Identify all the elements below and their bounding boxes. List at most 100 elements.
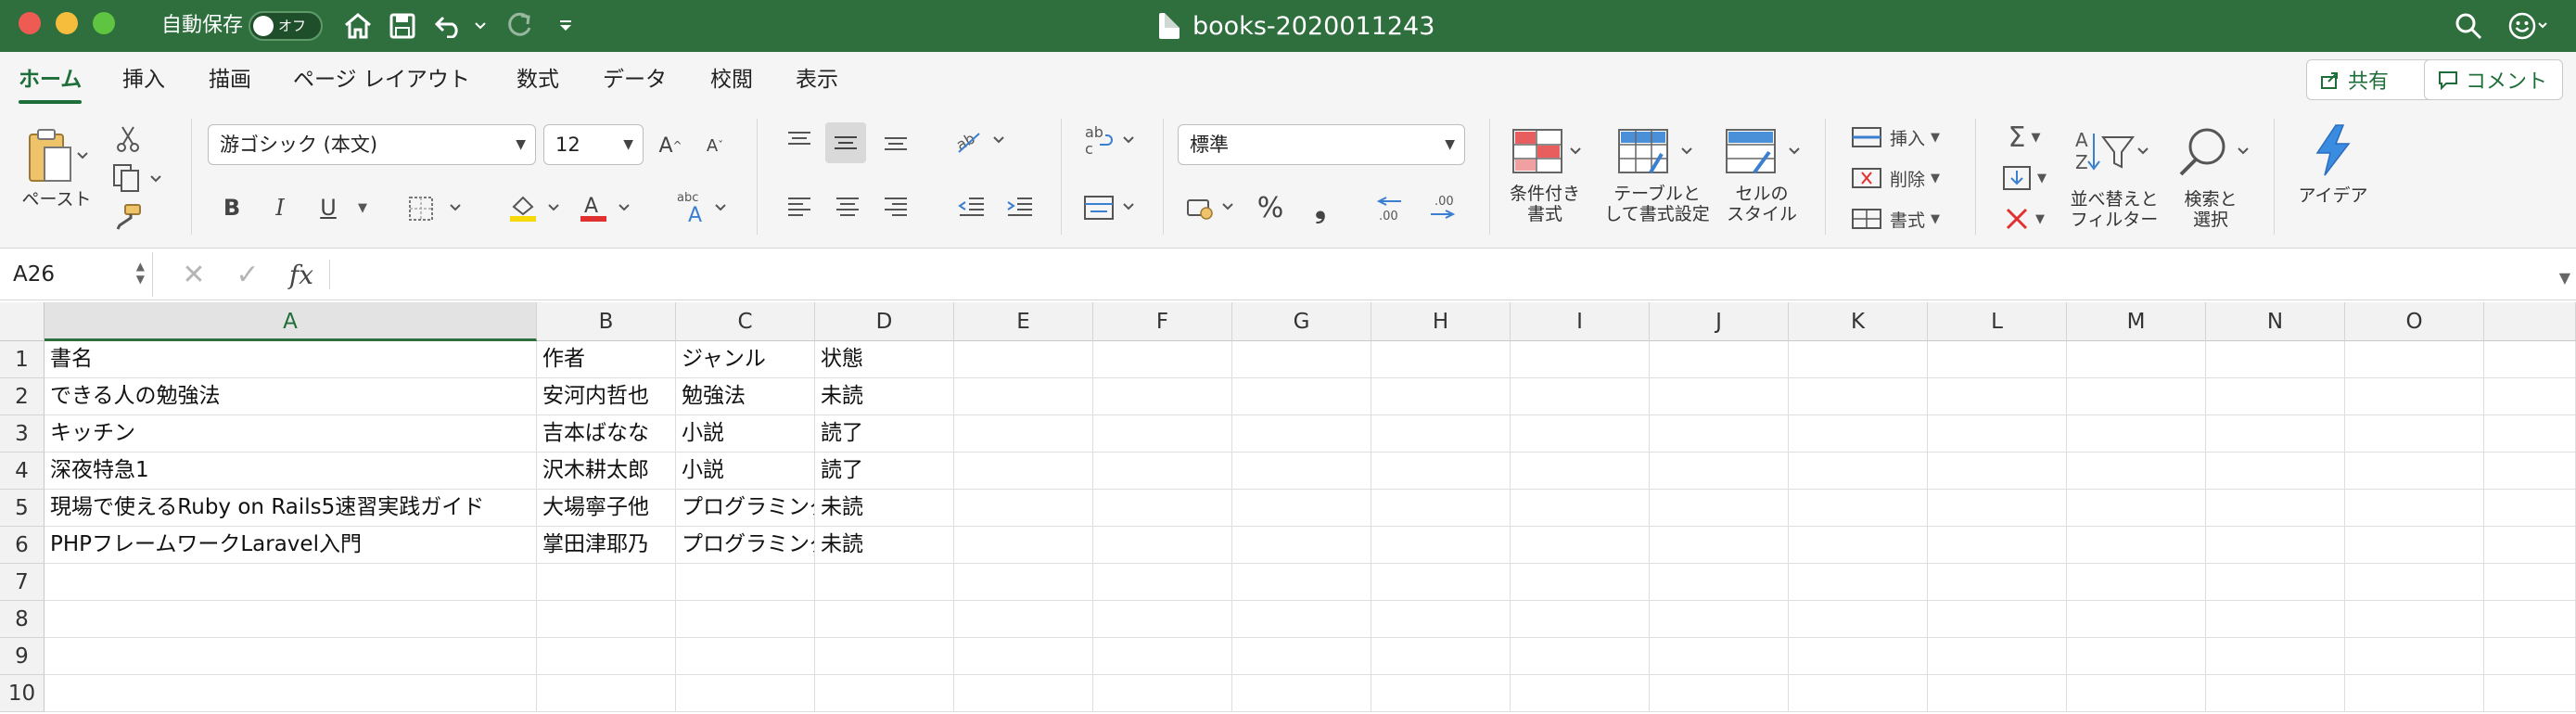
column-header-g[interactable]: G <box>1232 302 1371 341</box>
cell-k3[interactable] <box>1789 415 1928 453</box>
underline-dropdown-icon[interactable]: ▼ <box>347 189 373 226</box>
cell-d4[interactable]: 読了 <box>815 453 954 490</box>
cell-g1[interactable] <box>1232 341 1371 378</box>
cell-i9[interactable] <box>1511 638 1650 675</box>
tab-formulas[interactable]: 数式 <box>516 65 559 95</box>
decrease-indent-icon[interactable] <box>953 189 990 226</box>
cell-o3[interactable] <box>2345 415 2484 453</box>
find-select-icon[interactable] <box>2172 124 2255 180</box>
cell-a2[interactable]: できる人の勉強法 <box>45 378 537 415</box>
cell-o7[interactable] <box>2345 564 2484 601</box>
cell-e1[interactable] <box>954 341 1093 378</box>
cell-c8[interactable] <box>676 601 815 638</box>
cell-b6[interactable]: 掌田津耶乃 <box>537 527 676 564</box>
cell-c4[interactable]: 小説 <box>676 453 815 490</box>
italic-button[interactable]: I <box>261 189 299 226</box>
cell-h4[interactable] <box>1371 453 1511 490</box>
cell-j1[interactable] <box>1650 341 1789 378</box>
formula-input[interactable] <box>336 252 2543 297</box>
undo-icon[interactable] <box>430 7 467 45</box>
format-cells-button[interactable]: 書式 ▼ <box>1851 202 1953 236</box>
cell-d10[interactable] <box>815 675 954 712</box>
column-header-b[interactable]: B <box>537 302 676 341</box>
cell-e9[interactable] <box>954 638 1093 675</box>
cell-o5[interactable] <box>2345 490 2484 527</box>
cell-n3[interactable] <box>2206 415 2345 453</box>
column-header-j[interactable]: J <box>1650 302 1789 341</box>
cell-i4[interactable] <box>1511 453 1650 490</box>
font-size-dropdown[interactable]: 12 ▼ <box>543 124 644 165</box>
cell-b4[interactable]: 沢木耕太郎 <box>537 453 676 490</box>
cell-j5[interactable] <box>1650 490 1789 527</box>
row-header-2[interactable]: 2 <box>0 378 45 415</box>
insert-cells-button[interactable]: 挿入 ▼ <box>1851 121 1953 154</box>
underline-button[interactable]: U <box>310 189 347 226</box>
cell-m10[interactable] <box>2067 675 2206 712</box>
select-all-corner[interactable] <box>0 302 45 341</box>
cell-o6[interactable] <box>2345 527 2484 564</box>
cell-h7[interactable] <box>1371 564 1511 601</box>
row-header-6[interactable]: 6 <box>0 527 45 564</box>
cell-m6[interactable] <box>2067 527 2206 564</box>
column-header-i[interactable]: I <box>1511 302 1650 341</box>
cell-o2[interactable] <box>2345 378 2484 415</box>
cell-k5[interactable] <box>1789 490 1928 527</box>
number-format-dropdown[interactable]: 標準 ▼ <box>1178 124 1465 165</box>
column-header-d[interactable]: D <box>815 302 954 341</box>
cell-l2[interactable] <box>1928 378 2067 415</box>
clear-icon[interactable]: ▼ <box>1996 202 2053 236</box>
cut-icon[interactable] <box>111 122 145 156</box>
cell-c2[interactable]: 勉強法 <box>676 378 815 415</box>
row-header-3[interactable]: 3 <box>0 415 45 453</box>
cell-c6[interactable]: プログラミング <box>676 527 815 564</box>
cell-o1[interactable] <box>2345 341 2484 378</box>
accounting-format-icon[interactable] <box>1183 189 1243 226</box>
cell-h6[interactable] <box>1371 527 1511 564</box>
column-header-k[interactable]: K <box>1789 302 1928 341</box>
cell-a9[interactable] <box>45 638 537 675</box>
cell-a1[interactable]: 書名 <box>45 341 537 378</box>
cell-b3[interactable]: 吉本ばなな <box>537 415 676 453</box>
merge-center-icon[interactable] <box>1079 189 1144 226</box>
cell-g3[interactable] <box>1232 415 1371 453</box>
cell-i7[interactable] <box>1511 564 1650 601</box>
column-header-a[interactable]: A <box>45 302 537 341</box>
ideas-lightning-icon[interactable] <box>2303 122 2363 178</box>
column-header-n[interactable]: N <box>2206 302 2345 341</box>
sort-filter-icon[interactable]: AZ <box>2070 124 2153 180</box>
cell-i8[interactable] <box>1511 601 1650 638</box>
cell-j3[interactable] <box>1650 415 1789 453</box>
cell-i5[interactable] <box>1511 490 1650 527</box>
cell-g7[interactable] <box>1232 564 1371 601</box>
cell-n4[interactable] <box>2206 453 2345 490</box>
cell-m9[interactable] <box>2067 638 2206 675</box>
cell-d8[interactable] <box>815 601 954 638</box>
column-header-c[interactable]: C <box>676 302 815 341</box>
cell-o9[interactable] <box>2345 638 2484 675</box>
column-header-l[interactable]: L <box>1928 302 2067 341</box>
cell-d9[interactable] <box>815 638 954 675</box>
cell-f5[interactable] <box>1093 490 1232 527</box>
cell-l10[interactable] <box>1928 675 2067 712</box>
percent-style-button[interactable]: % <box>1250 189 1291 226</box>
cell-m3[interactable] <box>2067 415 2206 453</box>
cell-j9[interactable] <box>1650 638 1789 675</box>
cell-g10[interactable] <box>1232 675 1371 712</box>
delete-cells-button[interactable]: 削除 ▼ <box>1851 161 1953 195</box>
cell-m2[interactable] <box>2067 378 2206 415</box>
cell-k1[interactable] <box>1789 341 1928 378</box>
row-header-10[interactable]: 10 <box>0 675 45 712</box>
cell-i10[interactable] <box>1511 675 1650 712</box>
decrease-decimal-icon[interactable]: .00 <box>1422 189 1465 226</box>
cell-j4[interactable] <box>1650 453 1789 490</box>
cell-k6[interactable] <box>1789 527 1928 564</box>
align-bottom-icon[interactable] <box>877 122 914 159</box>
name-box-spinner-icon[interactable]: ▲ ▼ <box>136 260 145 286</box>
cell-n1[interactable] <box>2206 341 2345 378</box>
increase-indent-icon[interactable] <box>1001 189 1039 226</box>
cell-l4[interactable] <box>1928 453 2067 490</box>
tab-home[interactable]: ホーム <box>19 65 83 104</box>
wrap-text-icon[interactable]: ab c <box>1079 121 1144 161</box>
align-center-icon[interactable] <box>829 189 866 226</box>
cell-h10[interactable] <box>1371 675 1511 712</box>
